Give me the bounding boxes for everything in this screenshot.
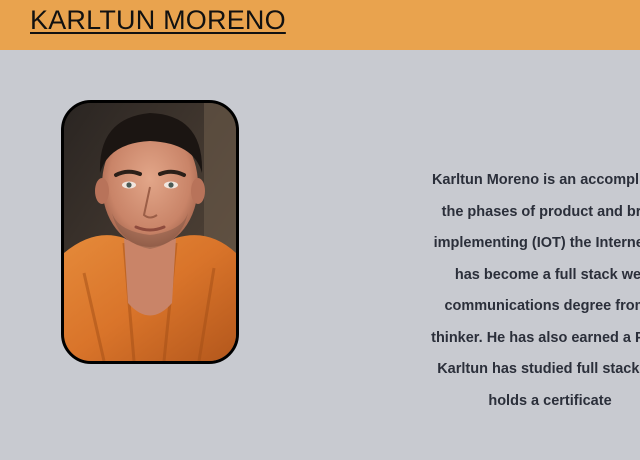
site-header: KARLTUN MORENO (0, 0, 640, 50)
bio-line: thinker. He has also earned a Psyc (431, 329, 640, 346)
bio-line: holds a certificate (488, 392, 612, 409)
bio-line: the phases of product and bran (441, 203, 640, 220)
profile-photo-image (64, 103, 236, 361)
bio-line: implementing (IOT) the Internet of (433, 235, 640, 251)
bio-line: Karltun has studied full stack we (437, 361, 640, 377)
page: KARLTUN MORENO Karltun Moreno is an acco… (0, 0, 640, 460)
bio-line: Karltun Moreno is an accomplishe (431, 172, 640, 188)
profile-photo (61, 100, 239, 364)
site-title-link[interactable]: KARLTUN MORENO (30, 5, 286, 36)
bio-text: Karltun Moreno is an accomplishe the pha… (380, 165, 640, 417)
bio-line: has become a full stack wel (454, 266, 640, 283)
bio-line: communications degree from l (444, 298, 640, 314)
